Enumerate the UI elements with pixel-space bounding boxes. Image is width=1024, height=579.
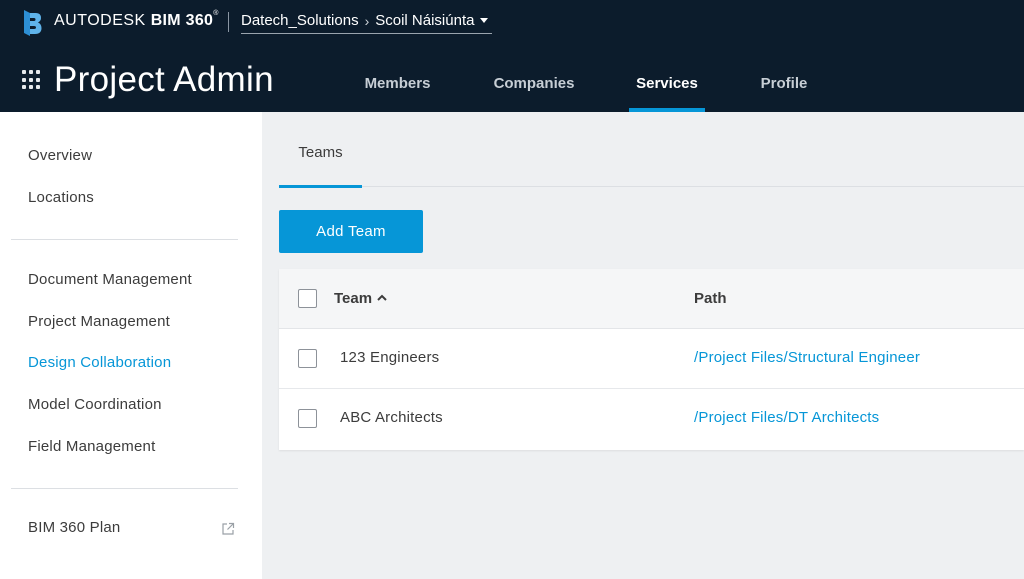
table-row[interactable]: ABC Architects /Project Files/DT Archite… [279,389,1024,449]
brand-row: AUTODESK BIM 360® Datech_Solutions › Sco… [0,0,1024,44]
brand-name: AUTODESK BIM 360® [54,10,219,30]
sidebar-divider [11,488,238,489]
tab-teams[interactable]: Teams [279,112,362,188]
column-header-path[interactable]: Path [694,290,727,307]
sidebar-item-document-management[interactable]: Document Management [28,271,192,288]
project-name[interactable]: Scoil Náisiúnta [375,12,474,29]
chevron-right-icon: › [364,12,370,29]
sub-tabs: Teams [279,112,1024,188]
team-path-link[interactable]: /Project Files/DT Architects [694,409,879,426]
row-checkbox[interactable] [298,349,317,368]
team-name: 123 Engineers [340,349,440,366]
add-team-button[interactable]: Add Team [279,210,423,253]
teams-table: Team Path 123 Engineers /Project Files/S… [279,269,1024,450]
table-header: Team Path [279,269,1024,329]
row-checkbox[interactable] [298,409,317,428]
bim360-logo-icon[interactable] [22,10,42,36]
tab-companies[interactable]: Companies [482,56,586,112]
app-grid-icon[interactable] [22,70,42,90]
page-title: Project Admin [54,60,274,99]
column-header-team-label: Team [334,290,373,307]
brand-product: BIM 360 [150,12,214,29]
account-name[interactable]: Datech_Solutions [241,12,359,29]
sort-ascending-icon[interactable] [377,293,387,303]
sidebar-item-model-coordination[interactable]: Model Coordination [28,396,162,413]
sidebar-item-field-management[interactable]: Field Management [28,438,155,455]
top-header: AUTODESK BIM 360® Datech_Solutions › Sco… [0,0,1024,112]
brand-trademark: ® [213,10,219,17]
tab-profile[interactable]: Profile [748,56,820,112]
project-picker[interactable]: Datech_Solutions › Scoil Náisiúnta [241,8,493,34]
sidebar-item-overview[interactable]: Overview [28,147,92,164]
main-content: Teams Add Team Team Path 123 Engineers /… [262,112,1024,579]
sidebar-item-locations[interactable]: Locations [28,189,94,206]
sidebar-item-project-management[interactable]: Project Management [28,313,170,330]
team-name: ABC Architects [340,409,443,426]
sidebar-item-design-collaboration[interactable]: Design Collaboration [28,354,171,371]
sidebar: Overview Locations Document Management P… [0,112,262,579]
caret-down-icon[interactable] [480,18,489,23]
select-all-checkbox[interactable] [298,289,317,308]
sidebar-item-bim360-plan[interactable]: BIM 360 Plan [28,519,120,536]
table-row[interactable]: 123 Engineers /Project Files/Structural … [279,329,1024,389]
tab-members[interactable]: Members [349,56,446,112]
tab-services[interactable]: Services [629,56,705,112]
column-header-team[interactable]: Team [334,290,387,307]
brand-separator [228,12,229,32]
external-link-icon[interactable] [221,522,235,536]
team-path-link[interactable]: /Project Files/Structural Engineer [694,349,920,366]
brand-prefix: AUTODESK [54,12,146,29]
sidebar-divider [11,239,238,240]
